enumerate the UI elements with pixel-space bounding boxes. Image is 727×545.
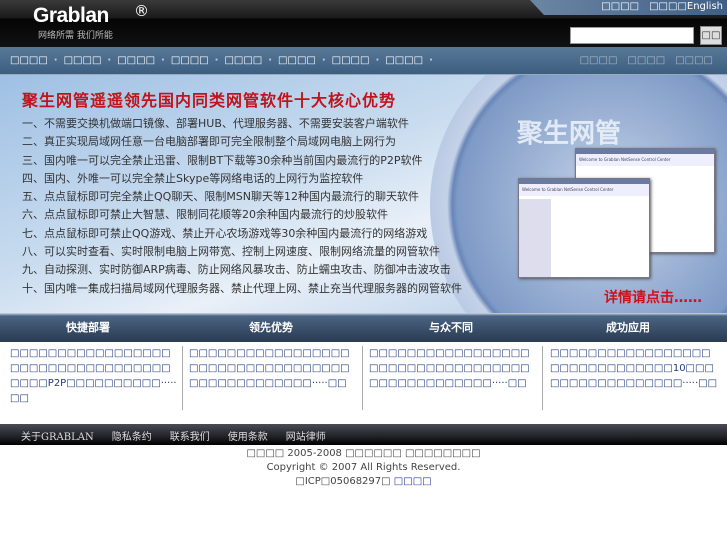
banner-title: 聚生网管遥遥领先国内同类网管软件十大核心优势 — [22, 91, 397, 110]
feature-line: 七、点点鼠标即可禁止QQ游戏、禁止开心农场游戏等30余种国内最流行的网络游戏 — [22, 226, 428, 240]
nav-separator: · — [107, 55, 112, 66]
app-screenshot-front: Welcome to Grablan NetSense Control Cent… — [518, 178, 650, 278]
logo[interactable]: Grablan — [33, 4, 109, 28]
nav-item[interactable]: □□□□ — [117, 55, 155, 66]
footer-link-privacy[interactable]: 隐私条约 — [112, 428, 152, 443]
nav-item[interactable]: □□□□ — [332, 55, 370, 66]
nav-separator: · — [53, 55, 58, 66]
promo-banner[interactable]: 聚生网管遥遥领先国内同类网管软件十大核心优势 一、不需要交换机做端口镜像、部署H… — [0, 75, 727, 313]
search-button[interactable]: □□ — [700, 26, 722, 45]
top-link-english[interactable]: □□□□English — [649, 1, 723, 12]
section-text[interactable]: □□□□□□□□□□□□□□□□□□□□□□□□□□□□□□□□□□□□□□□□… — [369, 346, 539, 410]
top-links: □□□□ □□□□English — [601, 1, 723, 12]
registered-mark: ® — [134, 2, 149, 20]
icp-link[interactable]: □□□□ — [394, 476, 432, 487]
section-title: 与众不同 — [429, 321, 473, 334]
section-text[interactable]: □□□□□□□□□□□□□□□□□□□□□□□□□□□□□□10□□□□□□□□… — [550, 346, 720, 410]
nav-separator: · — [161, 55, 165, 66]
nav-right-item[interactable]: □□□□ — [580, 55, 618, 66]
details-link[interactable]: 详情请点击…… — [604, 287, 702, 307]
feature-line: 四、国内、外唯一可以完全禁止Skype等网络电话的上网行为监控软件 — [22, 171, 364, 185]
section-header-bar: 快捷部署 领先优势 与众不同 成功应用 — [0, 313, 727, 342]
nav-item[interactable]: □□□□ — [385, 55, 423, 66]
nav-item[interactable]: □□□□ — [10, 55, 48, 66]
copyright-line: Copyright © 2007 All Rights Reserved. — [266, 462, 461, 473]
column-divider — [182, 346, 183, 410]
section-text[interactable]: □□□□□□□□□□□□□□□□□□□□□□□□□□□□□□□□□□□□□□P2… — [10, 346, 180, 410]
feature-line: 一、不需要交换机做端口镜像、部署HUB、代理服务器、不需要安装客户端软件 — [22, 117, 409, 130]
nav-item[interactable]: □□□□ — [64, 55, 102, 66]
nav-item[interactable]: □□□□ — [278, 55, 316, 66]
section-columns: □□□□□□□□□□□□□□□□□□□□□□□□□□□□□□□□□□□□□□P2… — [0, 346, 727, 410]
tagline: 网络所需 我们所能 — [38, 31, 113, 41]
top-link-home[interactable]: □□□□ — [601, 1, 639, 12]
section-title: 快捷部署 — [66, 321, 110, 334]
nav-separator: · — [429, 55, 433, 66]
column-divider — [362, 346, 363, 410]
section-title: 领先优势 — [249, 321, 293, 334]
product-logo: 聚生网管 — [517, 119, 622, 149]
section-text[interactable]: □□□□□□□□□□□□□□□□□□□□□□□□□□□□□□□□□□□□□□□□… — [189, 346, 359, 410]
feature-line: 八、可以实时查看、实时限制电脑上网带宽、控制上网速度、限制网络流量的网管软件 — [22, 245, 440, 259]
feature-line: 三、国内唯一可以完全禁止迅雷、限制BT下载等30余种当前国内最流行的P2P软件 — [22, 153, 423, 167]
feature-line: 六、点点鼠标即可禁止大智慧、限制同花顺等20余种国内最流行的炒股软件 — [22, 208, 388, 222]
nav-separator: · — [268, 55, 273, 66]
column-divider — [542, 346, 543, 410]
header: Grablan ® 网络所需 我们所能 □□□□ □□□□English □□ — [0, 0, 727, 47]
footer-link-lawyer[interactable]: 网站律师 — [286, 428, 326, 443]
feature-line: 十、国内唯一集成扫描局域网代理服务器、禁止代理上网、禁止充当代理服务器的网管软件 — [22, 281, 462, 295]
footer-bar: 关于GRABLAN 隐私条约 联系我们 使用条款 网站律师 — [0, 424, 727, 445]
main-nav: □□□□ · □□□□ · □□□□ · □□□□ · □□□□ · □□□□ · □□□□… — [0, 47, 727, 75]
footer-link-about[interactable]: 关于GRABLAN — [21, 428, 94, 443]
icp-number: □ICP□05068297□ — [295, 476, 391, 487]
banner-feature-list: 一、不需要交换机做端口镜像、部署HUB、代理服务器、不需要安装客户端软件 二、真… — [22, 115, 462, 298]
nav-item[interactable]: □□□□ — [171, 55, 209, 66]
nav-right-item[interactable]: □□□□ — [627, 55, 665, 66]
section-title: 成功应用 — [606, 321, 650, 334]
nav-separator: · — [321, 55, 326, 66]
window-title: Welcome to Grablan NetSense Control Cent… — [519, 184, 649, 196]
feature-line: 五、点点鼠标即可完全禁止QQ聊天、限制MSN聊天等12种国内最流行的聊天软件 — [22, 190, 420, 204]
copyright-line: □□□□ 2005-2008 □□□□□□ □□□□□□□□ — [246, 448, 481, 459]
app-sidebar — [519, 199, 551, 277]
nav-separator: · — [375, 55, 380, 66]
feature-line: 九、自动探测、实时防御ARP病毒、防止网络风暴攻击、防止蠕虫攻击、防御冲击波攻击 — [22, 263, 451, 277]
feature-line: 二、真正实现局域网任意一台电脑部署即可完全限制整个局域网电脑上网行为 — [22, 135, 396, 149]
search-input[interactable] — [570, 27, 694, 44]
window-title: Welcome to Grablan NetSense Control Cent… — [576, 154, 714, 166]
copyright: □□□□ 2005-2008 □□□□□□ □□□□□□□□ Copyright… — [0, 447, 727, 489]
footer-link-contact[interactable]: 联系我们 — [170, 428, 210, 443]
nav-item[interactable]: □□□□ — [224, 55, 262, 66]
nav-right-item[interactable]: □□□□ — [675, 55, 713, 66]
footer-link-terms[interactable]: 使用条款 — [228, 428, 268, 443]
nav-separator: · — [214, 55, 219, 66]
